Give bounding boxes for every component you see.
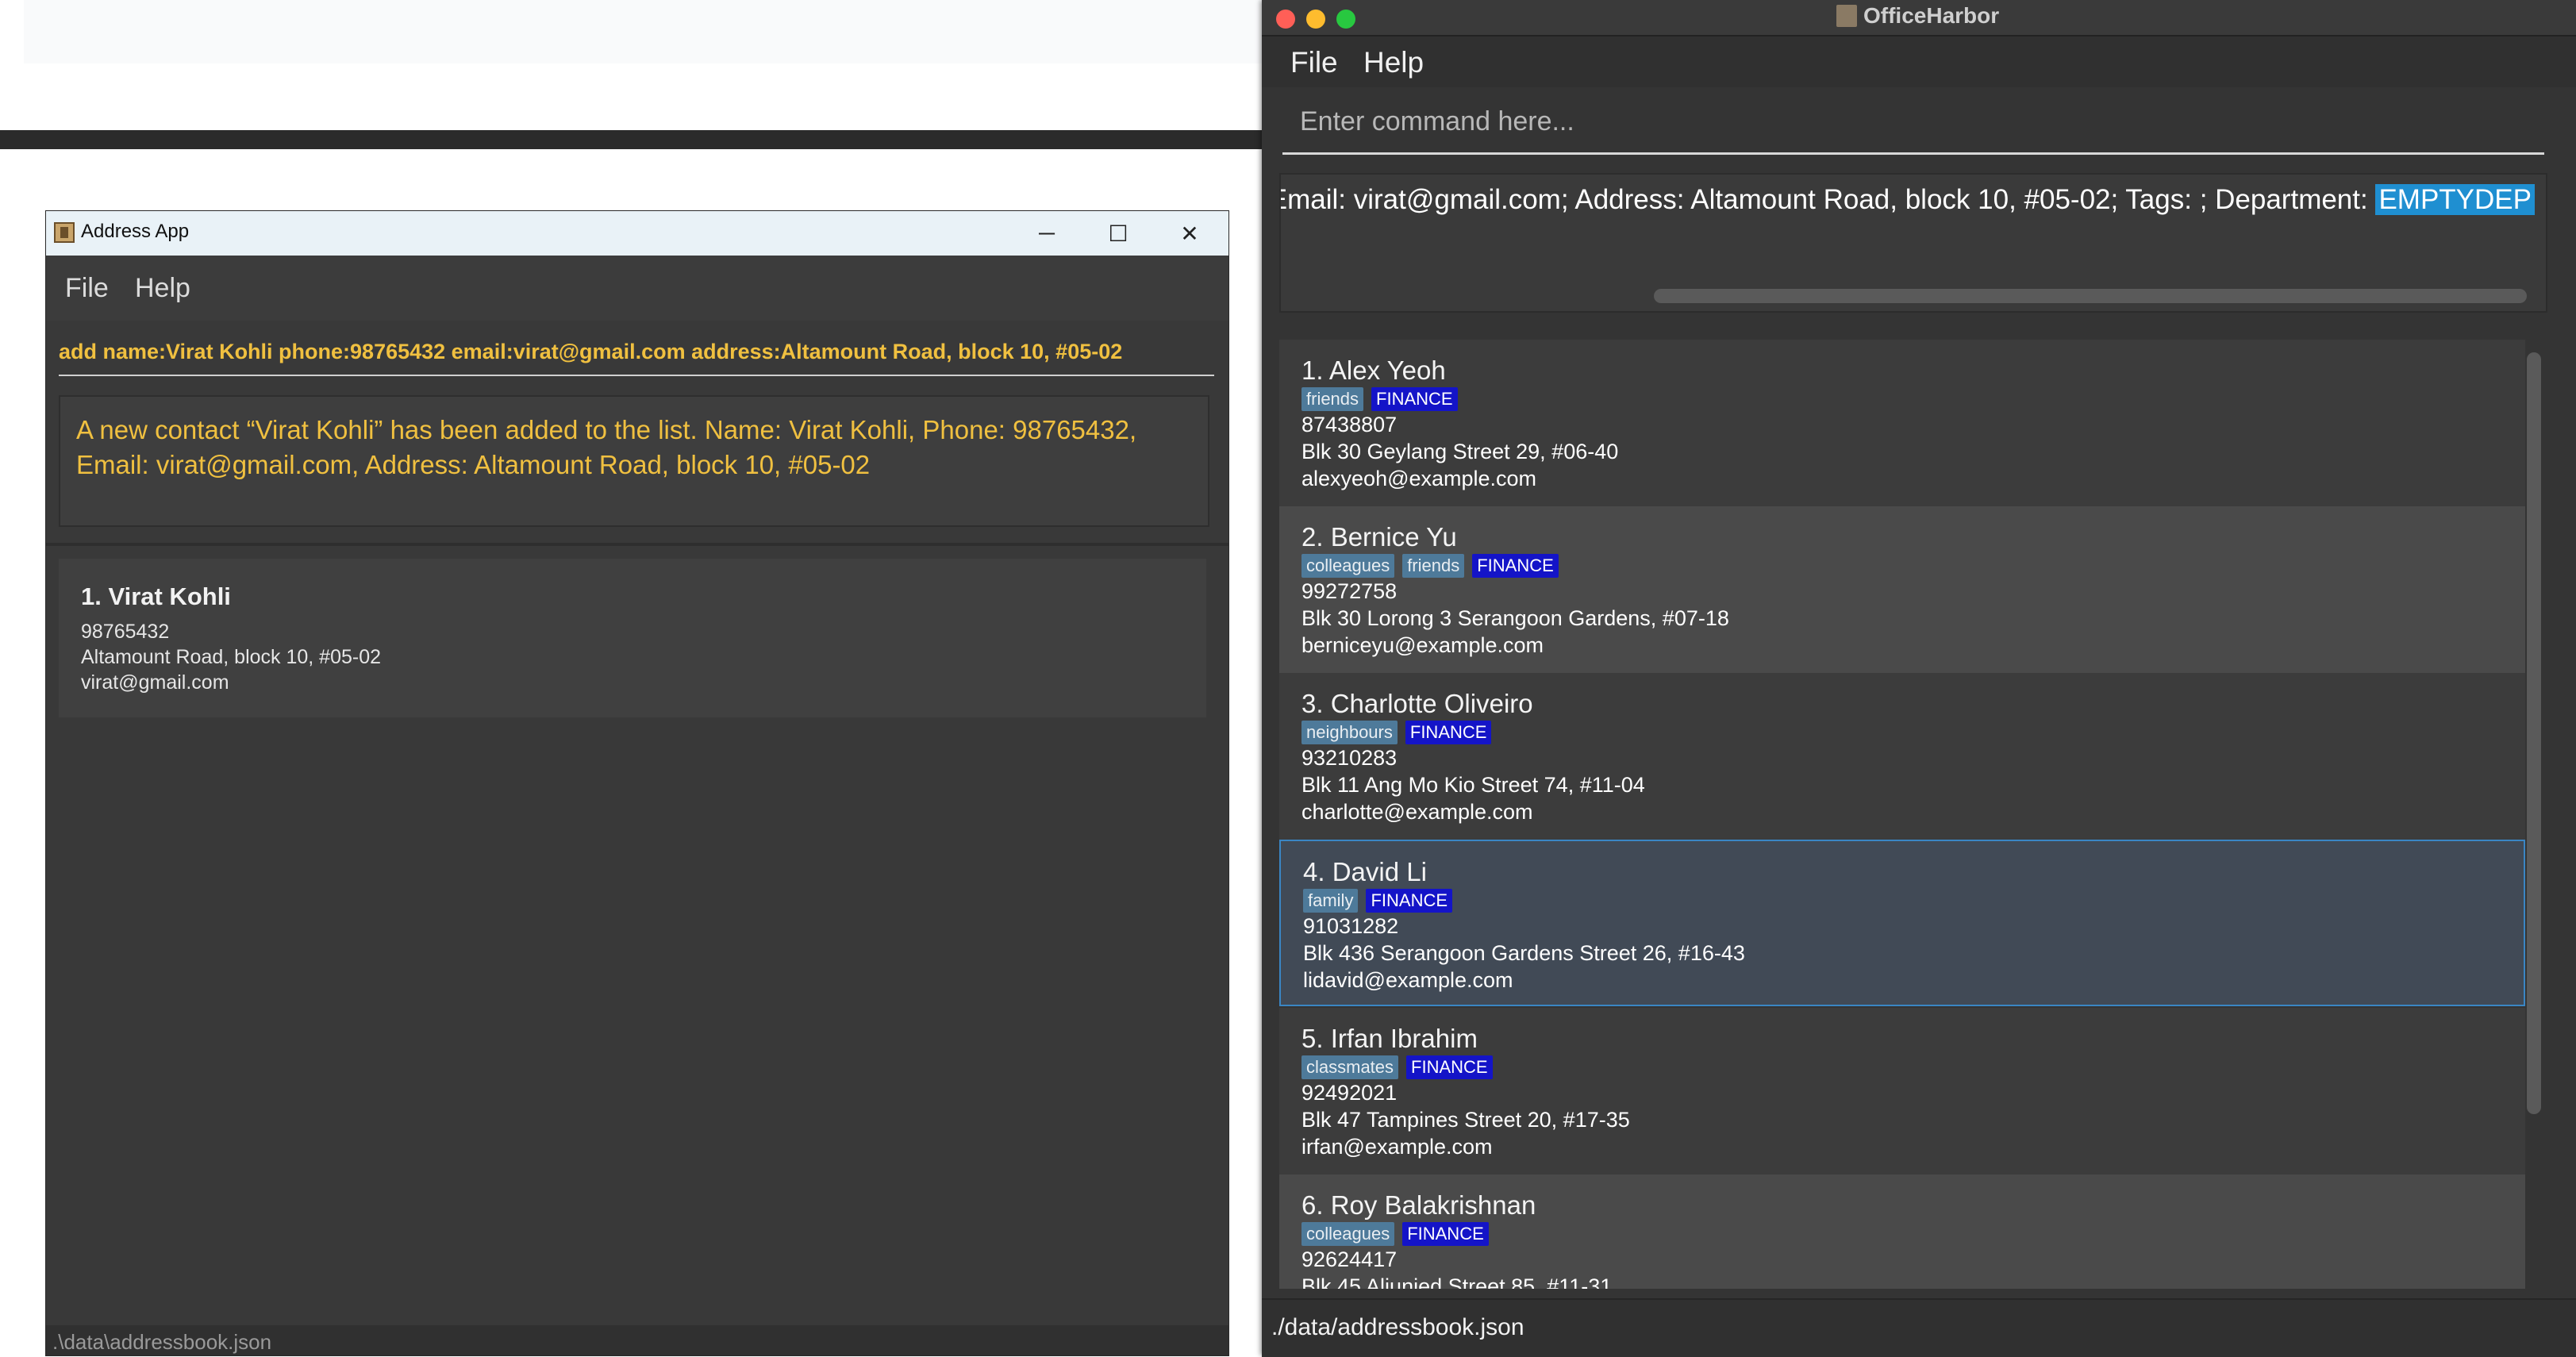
result-text: 65432; Email: virat@gmail.com; Address: … [1279,184,2376,215]
department-tag: FINANCE [1366,889,1453,913]
department-tag: FINANCE [1472,554,1559,578]
contact-phone: 98765432 [81,621,170,643]
window-title: Address App [81,221,190,242]
menu-bar: File Help [46,256,1228,321]
contact-name: 5. Irfan Ibrahim [1301,1024,1478,1053]
contact-phone: 87438807 [1301,413,1398,436]
tag-row: colleagues friends FINANCE [1301,554,1559,578]
contact-address: Blk 30 Geylang Street 29, #06-40 [1301,440,1619,463]
command-input[interactable]: add name:Virat Kohli phone:98765432 emai… [59,330,1214,376]
department-tag: FINANCE [1406,1055,1493,1079]
menu-file[interactable]: File [1290,46,1338,79]
status-file-path: .\data\addressbook.json [52,1330,272,1354]
status-bar: ./data/addressbook.json [1262,1298,2576,1357]
contact-address: Blk 11 Ang Mo Kio Street 74, #11-04 [1301,773,1645,797]
menu-help[interactable]: Help [1363,46,1424,79]
minimize-icon[interactable] [1306,10,1325,29]
contact-card[interactable]: 2. Bernice Yu colleagues friends FINANCE… [1279,506,2525,673]
contact-card[interactable]: 6. Roy Balakrishnan colleagues FINANCE 9… [1279,1174,2525,1289]
tag: friends [1301,387,1364,411]
contact-address: Blk 47 Tampines Street 20, #17-35 [1301,1108,1630,1132]
menu-bar: File Help [1262,37,2576,87]
status-bar: .\data\addressbook.json [46,1325,1228,1355]
officeharbor-window: OfficeHarbor File Help Enter command her… [1262,0,2576,1357]
contact-email: berniceyu@example.com [1301,633,1544,657]
close-icon[interactable]: ✕ [1162,217,1217,249]
vertical-scrollbar[interactable] [2527,352,2541,1114]
window-title: OfficeHarbor [1863,3,2000,28]
tag-row: colleagues FINANCE [1301,1222,1489,1246]
menu-file[interactable]: File [65,273,109,304]
contact-phone: 91031282 [1303,914,1399,938]
contact-card[interactable]: 5. Irfan Ibrahim classmates FINANCE 9249… [1279,1008,2525,1174]
contact-address: Blk 436 Serangoon Gardens Street 26, #16… [1303,941,1745,965]
tag-row: neighbours FINANCE [1301,721,1492,744]
contact-card-selected[interactable]: 4. David Li family FINANCE 91031282 Blk … [1279,840,2525,1006]
contact-email: lidavid@example.com [1303,968,1513,992]
contact-email: virat@gmail.com [81,671,229,694]
contact-address: Blk 45 Aljunied Street 85, #11-31 [1301,1274,1613,1289]
contact-phone: 99272758 [1301,579,1398,603]
contact-address: Blk 30 Lorong 3 Serangoon Gardens, #07-1… [1301,606,1729,630]
contact-email: alexyeoh@example.com [1301,467,1537,490]
app-icon [1836,5,1857,27]
maximize-icon[interactable]: ☐ [1090,217,1146,249]
contact-name: 2. Bernice Yu [1301,522,1457,552]
desktop-background-strip [24,0,1262,63]
title-bar[interactable]: Address App ─ ☐ ✕ [46,211,1228,256]
result-display[interactable]: 65432; Email: virat@gmail.com; Address: … [1279,173,2547,313]
zoom-icon[interactable] [1336,10,1355,29]
tag-row: friends FINANCE [1301,387,1458,411]
contact-name: 1. Alex Yeoh [1301,356,1446,385]
result-message: 65432; Email: virat@gmail.com; Address: … [1279,184,2535,216]
menu-help[interactable]: Help [135,273,190,304]
contact-phone: 92492021 [1301,1081,1398,1105]
department-tag: FINANCE [1405,721,1492,744]
tag: colleagues [1301,554,1395,578]
app-icon [54,222,75,243]
contact-card[interactable]: 3. Charlotte Oliveiro neighbours FINANCE… [1279,673,2525,840]
horizontal-scrollbar[interactable] [1654,289,2527,303]
tag: friends [1402,554,1465,578]
contact-list: 1. Virat Kohli 98765432 Altamount Road, … [59,559,1214,1328]
contact-name: 1. Virat Kohli [81,582,231,610]
contact-name: 3. Charlotte Oliveiro [1301,689,1533,718]
desktop-background-bar [0,130,1270,149]
command-input-value: add name:Virat Kohli phone:98765432 emai… [59,340,1123,363]
tag: classmates [1301,1055,1399,1079]
contact-email: irfan@example.com [1301,1135,1493,1159]
command-input-placeholder: Enter command here... [1300,106,1574,136]
address-app-window: Address App ─ ☐ ✕ File Help add name:Vir… [46,211,1228,1355]
contact-card[interactable]: 1. Alex Yeoh friends FINANCE 87438807 Bl… [1279,340,2525,506]
divider [46,543,1228,546]
contact-name: 4. David Li [1303,857,1427,886]
status-file-path: ./data/addressbook.json [1271,1314,1524,1340]
result-message: A new contact “Virat Kohli” has been add… [76,415,1137,479]
tag: neighbours [1301,721,1398,744]
department-tag: FINANCE [1371,387,1458,411]
contact-list: 1. Alex Yeoh friends FINANCE 87438807 Bl… [1279,340,2544,1289]
contact-phone: 93210283 [1301,746,1398,770]
department-tag: FINANCE [1402,1222,1489,1246]
contact-name: 6. Roy Balakrishnan [1301,1190,1536,1220]
contact-phone: 92624417 [1301,1247,1398,1271]
contact-email: charlotte@example.com [1301,800,1533,824]
tag-row: family FINANCE [1303,889,1453,913]
close-icon[interactable] [1276,10,1295,29]
tag: family [1303,889,1359,913]
title-bar[interactable]: OfficeHarbor [1262,0,2576,37]
tag-row: classmates FINANCE [1301,1055,1493,1079]
result-display: A new contact “Virat Kohli” has been add… [59,395,1209,527]
command-input[interactable]: Enter command here... [1282,95,2544,155]
minimize-icon[interactable]: ─ [1019,217,1075,249]
contact-address: Altamount Road, block 10, #05-02 [81,646,382,668]
result-selection: EMPTYDEP [2375,184,2535,215]
contact-card[interactable]: 1. Virat Kohli 98765432 Altamount Road, … [59,559,1206,717]
tag: colleagues [1301,1222,1395,1246]
